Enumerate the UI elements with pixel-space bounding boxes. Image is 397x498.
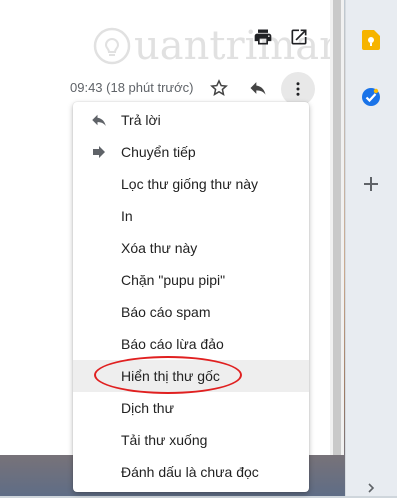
menu-item-show-original[interactable]: Hiển thị thư gốc xyxy=(73,360,309,392)
chevron-right-icon[interactable] xyxy=(361,478,381,498)
menu-item-label: Tải thư xuống xyxy=(121,432,208,448)
add-addon-icon[interactable] xyxy=(361,174,381,194)
open-in-new-window-icon[interactable] xyxy=(288,26,310,48)
message-timestamp: 09:43 (18 phút trước) xyxy=(70,80,194,95)
reply-icon[interactable] xyxy=(247,77,269,99)
google-tasks-icon[interactable] xyxy=(361,87,381,107)
menu-item-label: Báo cáo spam xyxy=(121,304,211,320)
menu-item-mark-unread[interactable]: Đánh dấu là chưa đọc xyxy=(73,456,309,488)
menu-item-translate[interactable]: Dịch thư xyxy=(73,392,309,424)
scrollbar-thumb[interactable] xyxy=(333,0,341,455)
menu-item-report-phishing[interactable]: Báo cáo lừa đảo xyxy=(73,328,309,360)
menu-item-print[interactable]: In xyxy=(73,200,309,232)
watermark-bulb-icon xyxy=(93,27,131,65)
menu-item-forward[interactable]: Chuyển tiếp xyxy=(73,136,309,168)
menu-item-label: Xóa thư này xyxy=(121,240,198,256)
reply-icon xyxy=(89,110,109,130)
star-icon[interactable] xyxy=(208,77,230,99)
more-vert-icon xyxy=(296,82,300,96)
menu-item-label: In xyxy=(121,208,133,224)
forward-icon xyxy=(89,142,109,162)
menu-item-filter-similar[interactable]: Lọc thư giống thư này xyxy=(73,168,309,200)
menu-item-report-spam[interactable]: Báo cáo spam xyxy=(73,296,309,328)
menu-item-label: Đánh dấu là chưa đọc xyxy=(121,464,259,480)
print-icon[interactable] xyxy=(252,26,274,48)
side-panel xyxy=(345,0,397,496)
menu-item-block-sender[interactable]: Chặn "pupu pipi" xyxy=(73,264,309,296)
menu-item-label: Dịch thư xyxy=(121,400,174,416)
menu-item-label: Báo cáo lừa đảo xyxy=(121,336,224,352)
menu-item-download[interactable]: Tải thư xuống xyxy=(73,424,309,456)
menu-item-label: Lọc thư giống thư này xyxy=(121,176,259,192)
menu-item-delete[interactable]: Xóa thư này xyxy=(73,232,309,264)
menu-item-label: Hiển thị thư gốc xyxy=(121,368,220,384)
menu-item-label: Trả lời xyxy=(121,112,161,128)
message-actions-menu: Trả lời Chuyển tiếp Lọc thư giống thư nà… xyxy=(73,102,309,492)
google-keep-icon[interactable] xyxy=(361,30,381,50)
menu-item-reply[interactable]: Trả lời xyxy=(73,104,309,136)
menu-item-label: Chặn "pupu pipi" xyxy=(121,272,226,288)
watermark-logo: uantrimang xyxy=(92,23,371,69)
more-options-button[interactable] xyxy=(281,72,315,106)
scrollbar[interactable] xyxy=(330,0,344,455)
menu-item-label: Chuyển tiếp xyxy=(121,144,196,160)
